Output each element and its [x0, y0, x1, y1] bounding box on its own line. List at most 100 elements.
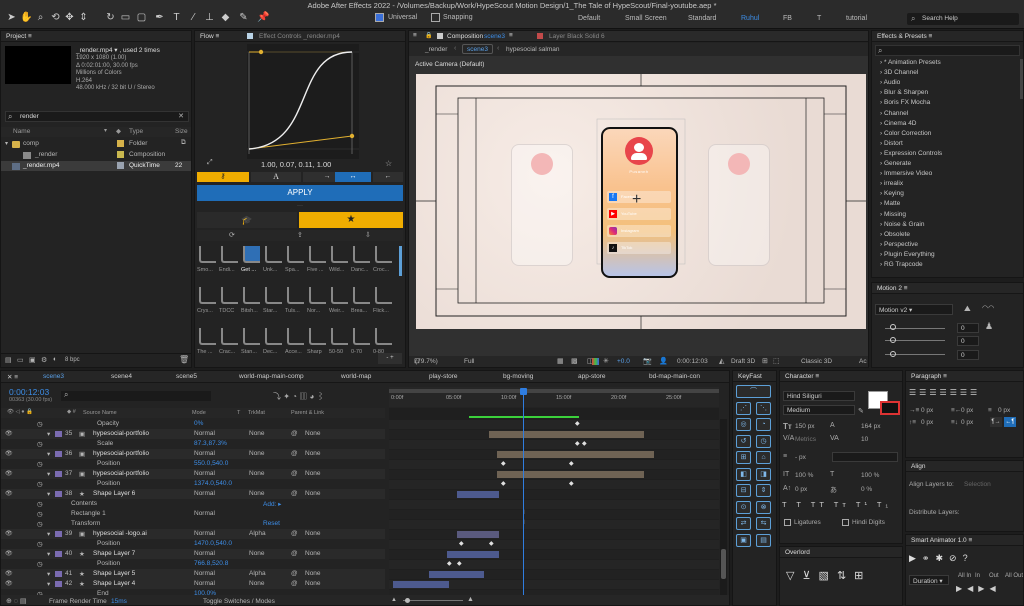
col-parent-link[interactable]: Parent & Link [291, 410, 324, 416]
col-trkmat[interactable]: TrkMat [248, 410, 265, 416]
effect-category[interactable]: › Immersive Video [880, 170, 932, 177]
preset-thumbnail[interactable] [309, 328, 326, 345]
zoom-dropdown[interactable]: (79.7%) [415, 358, 438, 365]
panel-menu-icon[interactable]: ≡ [216, 33, 220, 40]
in-label[interactable]: In [975, 573, 980, 579]
hindi-digits-checkbox[interactable] [842, 519, 849, 526]
keyfast-ease-button[interactable]: ⋱ [756, 401, 771, 415]
timeline-tab[interactable]: scene5 [176, 373, 197, 380]
keyfast-ease-button[interactable]: ⊟ [736, 484, 751, 497]
refresh-icon[interactable]: ⟳ [229, 231, 235, 239]
camera-tool-icon[interactable]: ▭ [120, 12, 131, 23]
label-swatch[interactable] [55, 551, 62, 557]
visibility-eye-icon[interactable]: 👁 [5, 550, 13, 557]
draft-3d-icon[interactable]: ✦ [283, 392, 290, 401]
hand-tool-icon[interactable]: ✋ [20, 12, 32, 23]
stopwatch-icon[interactable]: ◷ [37, 460, 43, 468]
layer-row[interactable]: 👁 ▾ 35 ▣ hypesocial-portfolio Normal None @ None [1, 429, 385, 439]
stopwatch-icon[interactable]: ◷ [37, 420, 43, 428]
ease-arrow-buttons[interactable]: ▶◀▶◀ [956, 584, 1001, 593]
project-item-render-comp[interactable]: _render Composition [1, 150, 191, 160]
timeline-tab[interactable]: world-map-main-comp [239, 373, 304, 380]
time-ruler[interactable]: 0:00f 05:00f 10:00f 15:00f 20:00f 25:00f [389, 387, 719, 407]
keyfast-ease-button[interactable]: ◧ [736, 467, 751, 481]
trash-icon[interactable]: 🗑 [179, 355, 189, 364]
trkmat-dropdown[interactable]: Alpha [249, 530, 266, 537]
effects-search-input[interactable]: ⌕ [875, 45, 1020, 56]
keyframe-icon[interactable]: ◆ [459, 540, 464, 547]
stopwatch-icon[interactable]: ◷ [37, 540, 43, 548]
dolly-icon[interactable]: ⇕ [78, 12, 89, 23]
layer-row[interactable]: 👁 ▾ 37 ▣ hypesocial-portfolio Normal None @ None [1, 469, 385, 479]
expand-chevron-icon[interactable]: ▾ [47, 450, 50, 458]
preset-thumbnail[interactable] [287, 246, 304, 263]
motion-field[interactable]: 0 [957, 336, 979, 346]
layer-duration-bar[interactable] [497, 451, 654, 458]
mode-dropdown[interactable]: Normal [194, 550, 215, 557]
visibility-eye-icon[interactable]: 👁 [5, 570, 13, 577]
property-value[interactable]: 766.8,520.8 [194, 560, 228, 567]
breadcrumb-hypesocial-salman[interactable]: hypesocial salman [506, 46, 559, 53]
effect-category[interactable]: › Audio [880, 79, 900, 86]
property-value[interactable]: 1374.0,540.0 [194, 480, 232, 487]
motion-version-dropdown[interactable]: Motion v2 ▾ [875, 304, 953, 315]
stroke-mode-dropdown[interactable] [832, 452, 898, 462]
preset-thumbnail[interactable] [309, 246, 326, 263]
property-value[interactable]: 87.3,87.3% [194, 440, 227, 447]
property-row[interactable]: ◷ Position 1470.0,540.0 [1, 539, 385, 549]
stroke-color-swatch[interactable] [880, 401, 900, 415]
preset-thumbnail[interactable] [287, 287, 304, 304]
keyframe-icon[interactable]: ◆ [569, 460, 574, 467]
preset-thumbnail[interactable] [199, 328, 216, 345]
key-icon-button[interactable]: ⚷ [197, 172, 249, 182]
panel-menu-icon[interactable]: ≡ [968, 537, 972, 544]
panel-menu-icon[interactable]: ≡ [815, 373, 819, 380]
interpret-footage-icon[interactable]: ▤ [5, 356, 12, 364]
pan-icon[interactable]: ✥ [64, 12, 75, 23]
exposure-icon[interactable]: ✳ [603, 357, 609, 365]
effect-category[interactable]: › Obsolete [880, 231, 910, 238]
tutorials-button[interactable]: 🎓 [197, 212, 297, 228]
panel-menu-icon[interactable]: ≡ [413, 32, 417, 39]
puppet-pin-icon[interactable]: 📌 [257, 12, 269, 23]
layer-duration-bar[interactable] [489, 431, 644, 438]
anchor-crosshair-icon[interactable]: + [632, 192, 641, 208]
effect-controls-tab[interactable]: Effect Controls _render.mp4 [259, 33, 340, 40]
font-family-dropdown[interactable]: Hind Siliguri [783, 391, 855, 401]
keyfast-ease-button[interactable]: ⋰ [736, 401, 751, 415]
import-icon[interactable]: ⇪ [297, 231, 303, 239]
label-color-swatch[interactable] [117, 140, 124, 147]
column-type[interactable]: Type [129, 128, 143, 135]
composition-tab-label[interactable]: Composition [447, 33, 483, 40]
push-to-ae-icon[interactable]: ▽ [786, 570, 802, 582]
toggle-icons[interactable]: ⊕ ◌ ▤ [6, 597, 27, 605]
kerning-value[interactable]: Metrics [795, 436, 816, 443]
label-swatch[interactable] [55, 531, 62, 537]
pickwhip-icon[interactable]: @ [291, 570, 298, 577]
current-time-indicator[interactable] [523, 390, 524, 595]
trkmat-dropdown[interactable]: None [249, 580, 265, 587]
timeline-timecode[interactable]: 0:00:12:03 [9, 387, 49, 397]
visibility-eye-icon[interactable]: 👁 [5, 430, 13, 437]
panel-menu-icon[interactable]: ≡ [943, 373, 947, 380]
tracking-value[interactable]: 10 [861, 436, 868, 443]
renderer-label[interactable]: Draft 3D [731, 358, 755, 365]
keyfast-ease-button[interactable]: ⊞ [736, 451, 751, 464]
label-color-swatch[interactable] [117, 151, 124, 158]
leading-value[interactable]: 164 px [861, 423, 881, 430]
help-icon[interactable]: ? [963, 553, 974, 563]
bpc-button[interactable]: 8 bpc [65, 357, 80, 363]
layer-row[interactable]: 👁 ▾ 42 ★ Shape Layer 4 Normal None @ None [1, 579, 385, 589]
selection-tool-icon[interactable]: ➤ [6, 12, 17, 23]
preset-thumbnail[interactable] [331, 246, 348, 263]
preset-thumbnail[interactable] [353, 246, 370, 263]
visibility-eye-icon[interactable]: 👁 [5, 490, 13, 497]
breadcrumb-render[interactable]: _render [425, 46, 447, 53]
keyfast-ease-button[interactable]: ◔ [756, 418, 771, 431]
col-mode[interactable]: Mode [192, 410, 206, 416]
expand-chevron-icon[interactable]: ▾ [47, 470, 50, 478]
column-size[interactable]: Size [175, 128, 188, 135]
active-camera-dropdown[interactable]: Ac [859, 358, 867, 365]
keyfast-ease-button[interactable]: ◎ [736, 418, 751, 431]
keyfast-ease-button[interactable]: ▣ [736, 533, 751, 547]
